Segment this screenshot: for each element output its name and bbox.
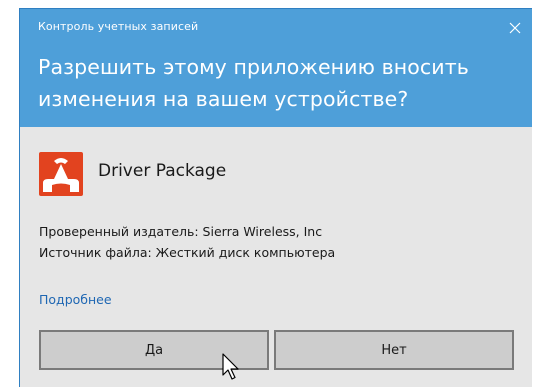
uac-dialog: Контроль учетных записей Разрешить этому…	[19, 8, 532, 387]
app-name: Driver Package	[98, 161, 227, 181]
mouse-cursor-icon	[222, 353, 239, 380]
no-button[interactable]: Нет	[274, 330, 514, 370]
close-icon	[509, 22, 521, 34]
more-details-link[interactable]: Подробнее	[39, 292, 112, 307]
file-source-text: Источник файла: Жесткий диск компьютера	[39, 245, 336, 260]
yes-button-label: Да	[144, 342, 164, 358]
screen: Контроль учетных записей Разрешить этому…	[0, 0, 533, 387]
close-button[interactable]	[498, 11, 532, 45]
dialog-question: Разрешить этому приложению вносить измен…	[38, 55, 469, 111]
dialog-header: Контроль учетных записей Разрешить этому…	[20, 9, 532, 127]
publisher-text: Проверенный издатель: Sierra Wireless, I…	[39, 224, 323, 239]
dialog-title: Контроль учетных записей	[38, 20, 199, 33]
no-button-label: Нет	[381, 342, 407, 358]
driver-package-app-icon	[39, 152, 83, 196]
